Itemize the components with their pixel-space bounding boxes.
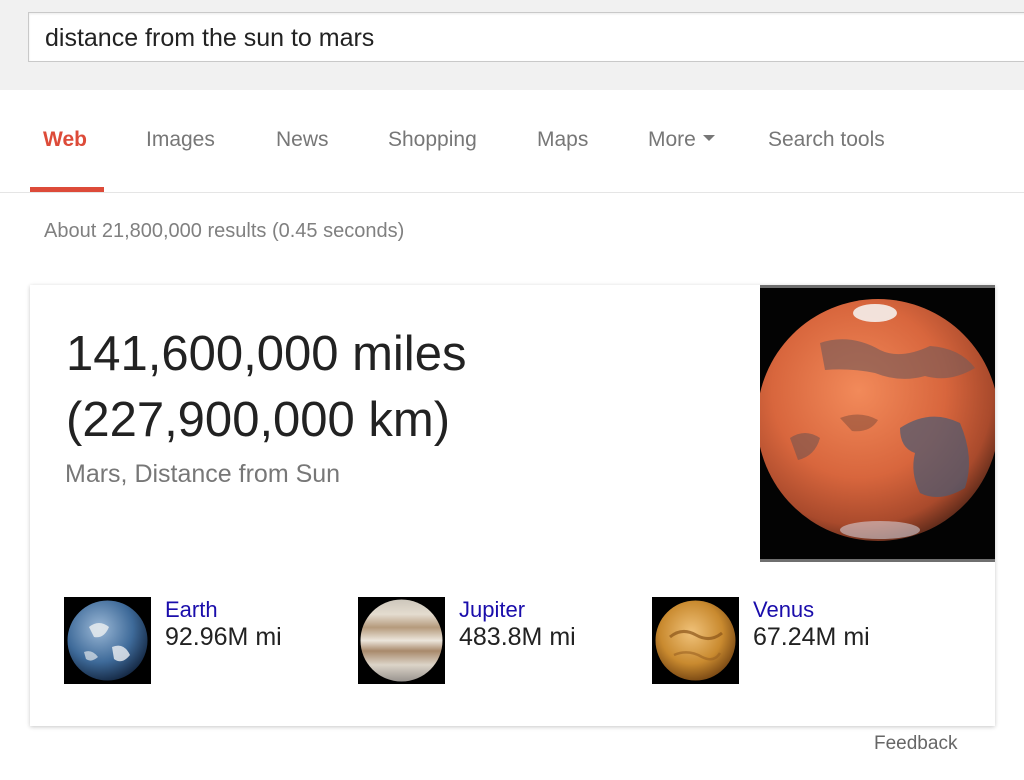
tab-web[interactable]: Web: [43, 128, 87, 152]
venus-image: [652, 597, 739, 684]
search-header: [0, 0, 1024, 90]
related-item-name[interactable]: Jupiter: [459, 597, 525, 623]
answer-card: 141,600,000 miles (227,900,000 km) Mars,…: [30, 285, 995, 726]
tab-shopping[interactable]: Shopping: [388, 128, 477, 152]
related-item-name[interactable]: Venus: [753, 597, 814, 623]
active-tab-indicator: [30, 187, 104, 192]
tab-maps[interactable]: Maps: [537, 128, 588, 152]
tab-news[interactable]: News: [276, 128, 329, 152]
answer-value: 141,600,000 miles (227,900,000 km): [66, 321, 706, 453]
search-tabs: Web Images News Shopping Maps More Searc…: [0, 90, 1024, 193]
answer-km: (227,900,000 km): [66, 393, 451, 447]
tab-more-label: More: [648, 128, 696, 151]
feedback-link[interactable]: Feedback: [874, 733, 957, 755]
result-stats: About 21,800,000 results (0.45 seconds): [44, 220, 405, 242]
tab-search-tools[interactable]: Search tools: [768, 128, 885, 152]
search-input[interactable]: [45, 21, 1005, 55]
search-box[interactable]: [28, 12, 1024, 62]
mars-icon: [760, 288, 995, 559]
earth-icon: [64, 597, 151, 684]
related-item-name[interactable]: Earth: [165, 597, 218, 623]
answer-miles: 141,600,000 miles: [66, 327, 467, 381]
tab-more[interactable]: More: [648, 128, 715, 152]
answer-subtitle: Mars, Distance from Sun: [65, 460, 341, 488]
venus-icon: [652, 597, 739, 684]
related-item-distance: 92.96M mi: [165, 623, 282, 651]
tab-images[interactable]: Images: [146, 128, 215, 152]
jupiter-icon: [358, 597, 445, 684]
chevron-down-icon: [702, 135, 715, 142]
jupiter-image: [358, 597, 445, 684]
earth-image: [64, 597, 151, 684]
mars-planet-image[interactable]: [760, 285, 995, 562]
related-item-distance: 67.24M mi: [753, 623, 870, 651]
related-item-distance: 483.8M mi: [459, 623, 576, 651]
